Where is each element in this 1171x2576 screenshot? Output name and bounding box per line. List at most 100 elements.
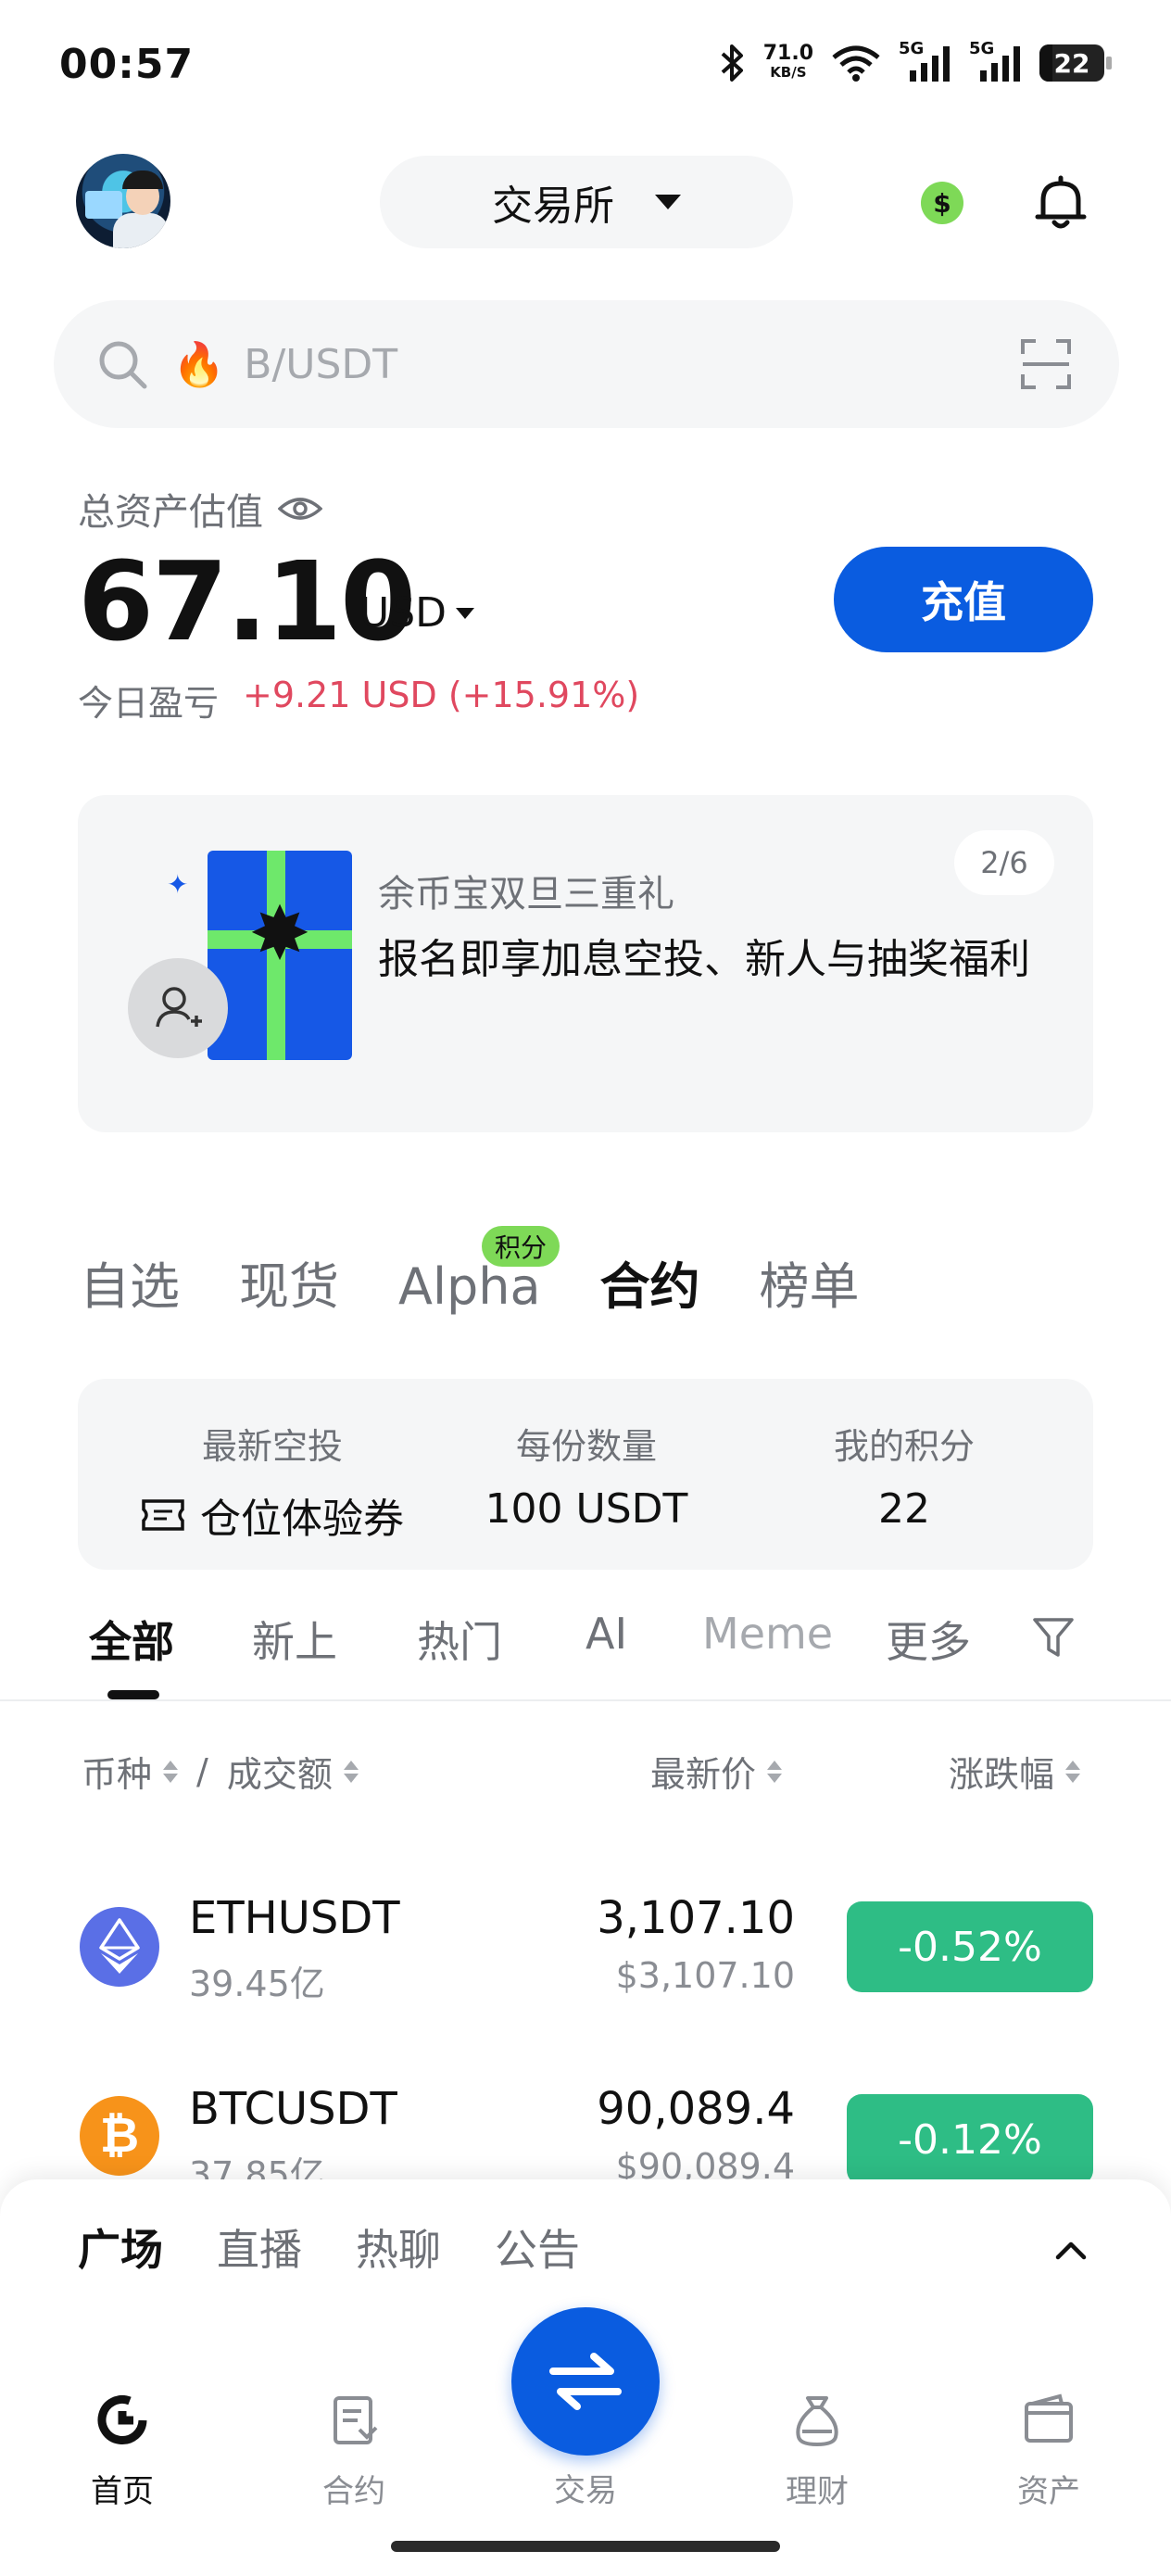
sub-tabs: 全部 新上 热门 AI Meme 更多 bbox=[89, 1609, 971, 1670]
nav-futures-label: 合约 bbox=[322, 2473, 385, 2510]
nav-trade[interactable]: 交易 bbox=[511, 2465, 660, 2510]
caret-down-icon bbox=[655, 195, 681, 209]
row-volume: 37.85亿 bbox=[189, 2154, 325, 2179]
home-logo-icon bbox=[97, 2395, 147, 2444]
caret-down-icon bbox=[456, 607, 475, 619]
sort-price[interactable]: 最新价 bbox=[650, 1746, 783, 1797]
tab-spot[interactable]: 现货 bbox=[239, 1245, 339, 1319]
change-badge[interactable]: -0.52% bbox=[847, 1901, 1093, 1992]
pnl-label: 今日盈亏 bbox=[78, 683, 220, 724]
social-tab-square[interactable]: 广场 bbox=[78, 2216, 163, 2278]
signal-2: 5G bbox=[969, 39, 1023, 83]
battery-level: 22 bbox=[1053, 47, 1090, 79]
dollar-icon[interactable]: $ bbox=[921, 182, 963, 224]
search-input[interactable]: 🔥 B/USDT bbox=[54, 300, 1119, 428]
nav-earn-label: 理财 bbox=[786, 2473, 849, 2510]
nav-assets-label: 资产 bbox=[1017, 2473, 1080, 2510]
btc-icon: ₿ bbox=[80, 2096, 159, 2176]
airdrop-col-points: 我的积分 22 bbox=[784, 1418, 1025, 1533]
asset-label-row: 总资产估值 bbox=[78, 482, 322, 536]
search-placeholder: B/USDT bbox=[244, 340, 398, 388]
pnl-row: 今日盈亏 +9.21 USD (+15.91%) bbox=[78, 675, 639, 726]
chevron-up-icon[interactable] bbox=[1052, 2231, 1089, 2268]
pnl-value: +9.21 USD (+15.91%) bbox=[243, 675, 640, 715]
exchange-selector[interactable]: 交易所 bbox=[380, 156, 793, 248]
bell-icon[interactable] bbox=[1030, 172, 1091, 234]
airdrop-points-label: 我的积分 bbox=[833, 1426, 975, 1467]
promo-text: 报名即享加息空投、新人与抽奖福利 bbox=[378, 936, 1030, 983]
currency-selector[interactable]: USD bbox=[359, 589, 475, 637]
sort-icon bbox=[767, 1760, 783, 1783]
status-time: 00:57 bbox=[59, 41, 195, 88]
signal-1: 5G bbox=[899, 39, 952, 83]
market-tabs: 自选 现货 Alpha 积分 合约 榜单 bbox=[80, 1226, 860, 1319]
airdrop-col-amount: 每份数量 100 USDT bbox=[454, 1418, 719, 1533]
sort-icon bbox=[163, 1760, 179, 1783]
avatar[interactable] bbox=[76, 154, 170, 248]
table-row[interactable]: ETHUSDT 39.45亿 3,107.10 $3,107.10 -0.52% bbox=[0, 1881, 1171, 2020]
status-icons: 71.0 KB/S 5G 5G 22 bbox=[719, 39, 1112, 83]
home-indicator bbox=[391, 2541, 780, 2552]
tab-rankings[interactable]: 榜单 bbox=[760, 1245, 860, 1319]
sort-coin-volume[interactable]: 币种 / 成交额 bbox=[82, 1746, 359, 1797]
social-tab-chat[interactable]: 热聊 bbox=[356, 2216, 441, 2278]
subtab-underline bbox=[107, 1690, 159, 1699]
bluetooth-icon bbox=[721, 44, 743, 82]
tab-futures[interactable]: 合约 bbox=[600, 1245, 700, 1319]
row-price: 90,089.4 bbox=[597, 2083, 795, 2135]
nav-futures[interactable]: 合约 bbox=[280, 2391, 428, 2511]
add-user-icon bbox=[128, 958, 228, 1058]
subtab-ai[interactable]: AI bbox=[586, 1609, 702, 1670]
social-tab-live[interactable]: 直播 bbox=[217, 2216, 302, 2278]
subtab-new[interactable]: 新上 bbox=[252, 1609, 417, 1670]
header-coin: 币种 bbox=[82, 1754, 153, 1795]
divider bbox=[0, 1699, 1171, 1701]
airdrop-points-value: 22 bbox=[878, 1485, 930, 1533]
row-price-usd: $90,089.4 bbox=[615, 2146, 795, 2179]
row-pair: BTCUSDT bbox=[189, 2083, 397, 2135]
filter-icon[interactable] bbox=[1030, 1614, 1077, 1661]
sort-icon bbox=[343, 1760, 359, 1783]
subtab-hot[interactable]: 热门 bbox=[417, 1609, 586, 1670]
social-tabs: 广场 直播 热聊 公告 bbox=[78, 2216, 580, 2278]
eth-icon bbox=[80, 1907, 159, 1987]
sort-icon bbox=[1065, 1760, 1081, 1783]
fire-icon: 🔥 bbox=[172, 338, 226, 389]
trade-button[interactable] bbox=[511, 2307, 660, 2456]
subtab-all[interactable]: 全部 bbox=[89, 1609, 252, 1670]
row-price: 3,107.10 bbox=[597, 1892, 795, 1944]
promo-page-badge: 2/6 bbox=[954, 830, 1054, 895]
nav-home[interactable]: 首页 bbox=[48, 2391, 196, 2511]
airdrop-latest-value: 仓位体验券 bbox=[200, 1496, 404, 1543]
money-bag-icon bbox=[796, 2396, 838, 2447]
search-icon bbox=[99, 341, 147, 389]
exchange-label: 交易所 bbox=[492, 183, 614, 230]
signal-bars-icon bbox=[910, 46, 950, 82]
social-tab-announcements[interactable]: 公告 bbox=[495, 2216, 580, 2278]
table-row[interactable]: ₿ BTCUSDT 37.85亿 90,089.4 $90,089.4 -0.1… bbox=[0, 2074, 1171, 2179]
subtab-meme[interactable]: Meme bbox=[702, 1609, 886, 1670]
sparkle-icon: ✦ bbox=[167, 869, 189, 900]
ticket-icon bbox=[142, 1499, 184, 1531]
swap-arrows-icon bbox=[549, 2353, 622, 2410]
airdrop-latest-label: 最新空投 bbox=[201, 1426, 343, 1467]
row-pair: ETHUSDT bbox=[189, 1892, 400, 1944]
nav-assets[interactable]: 资产 bbox=[975, 2391, 1123, 2511]
deposit-button[interactable]: 充值 bbox=[834, 547, 1093, 652]
sort-change[interactable]: 涨跌幅 bbox=[949, 1746, 1081, 1797]
tab-watchlist[interactable]: 自选 bbox=[80, 1245, 180, 1319]
nav-earn[interactable]: 理财 bbox=[743, 2391, 891, 2511]
eye-icon[interactable] bbox=[278, 494, 322, 524]
change-badge[interactable]: -0.12% bbox=[847, 2094, 1093, 2179]
subtab-more[interactable]: 更多 bbox=[886, 1609, 971, 1670]
airdrop-amount-value: 100 USDT bbox=[485, 1485, 688, 1533]
asset-label: 总资产估值 bbox=[78, 491, 263, 534]
header-price: 最新价 bbox=[650, 1754, 757, 1795]
gift-box-icon: ✸ bbox=[208, 851, 352, 1060]
header-volume: 成交额 bbox=[226, 1754, 333, 1795]
promo-title: 余币宝双旦三重礼 bbox=[378, 873, 674, 915]
nav-trade-label: 交易 bbox=[554, 2472, 617, 2509]
scan-icon[interactable] bbox=[1019, 337, 1073, 391]
row-price-usd: $3,107.10 bbox=[615, 1955, 795, 1996]
net-speed-value: 71.0 bbox=[762, 42, 813, 65]
